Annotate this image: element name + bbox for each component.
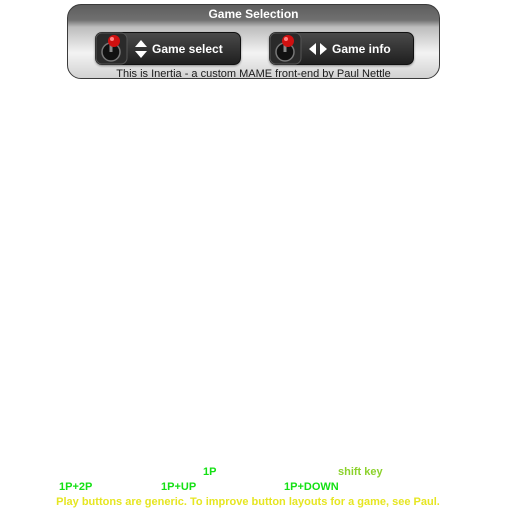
hint-shift-key: shift key [338, 466, 383, 478]
joystick-icon [269, 32, 302, 64]
hint-1p: 1P [203, 466, 217, 478]
button-layout-note: Play buttons are generic. To improve but… [56, 496, 440, 508]
joystick-icon [95, 32, 128, 64]
game-info-button[interactable]: Game info [269, 32, 414, 65]
game-selection-panel: Game Selection Game select Game info Thi… [67, 4, 440, 79]
game-info-label: Game info [332, 41, 391, 56]
hint-1p-down: 1P+DOWN [284, 481, 339, 493]
game-select-label: Game select [152, 41, 223, 56]
credit-caption: This is Inertia - a custom MAME front-en… [116, 68, 391, 79]
up-down-arrows-icon [134, 39, 148, 59]
game-select-button[interactable]: Game select [95, 32, 241, 65]
left-right-arrows-icon [308, 42, 328, 56]
panel-title: Game Selection [208, 7, 299, 21]
hint-1p-2p: 1P+2P [59, 481, 93, 493]
hint-1p-up: 1P+UP [161, 481, 197, 493]
